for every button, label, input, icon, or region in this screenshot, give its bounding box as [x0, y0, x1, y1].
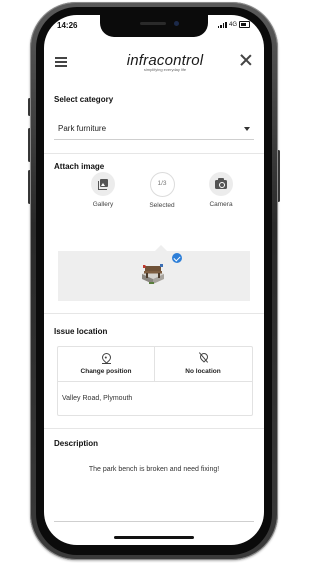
- signal-icon: [217, 21, 227, 28]
- dropdown-caret-icon: [244, 127, 250, 131]
- location-pin-icon: [100, 351, 113, 364]
- camera-label: Camera: [209, 201, 233, 208]
- close-icon[interactable]: [239, 53, 253, 67]
- selected-circle: 1/3: [149, 172, 175, 197]
- divider: [44, 153, 264, 154]
- pin-base: [102, 363, 111, 364]
- front-camera: [174, 21, 179, 26]
- selected-label: Selected: [149, 202, 175, 209]
- divider: [58, 381, 252, 382]
- gallery-icon: [98, 179, 108, 190]
- battery-icon: [239, 21, 250, 28]
- menu-icon[interactable]: [55, 57, 67, 67]
- home-indicator[interactable]: [114, 536, 194, 539]
- selected-button[interactable]: 1/3 Selected: [142, 172, 182, 209]
- description-label: Description: [54, 439, 99, 448]
- change-position-button[interactable]: Change position: [58, 347, 154, 381]
- status-icons: 4G: [217, 21, 250, 28]
- description-textarea[interactable]: The park bench is broken and need fixing…: [54, 461, 254, 522]
- network-type: 4G: [228, 21, 237, 28]
- description-text: The park bench is broken and need fixing…: [88, 466, 220, 473]
- location-address: Valley Road, Plymouth: [62, 395, 133, 402]
- change-position-label: Change position: [80, 368, 132, 375]
- no-location-button[interactable]: No location: [155, 347, 251, 381]
- app-screen: 14:26 4G infracontrol simplifying everyd…: [44, 15, 264, 545]
- attach-image-label: Attach image: [54, 162, 105, 171]
- gallery-label: Gallery: [92, 201, 114, 208]
- no-location-label: No location: [185, 368, 221, 375]
- stage: 14:26 4G infracontrol simplifying everyd…: [0, 0, 307, 563]
- gallery-button[interactable]: Gallery: [83, 172, 123, 208]
- selected-check-icon: [172, 253, 182, 263]
- selected-count: 1/3: [157, 180, 167, 187]
- camera-button[interactable]: Camera: [201, 172, 241, 208]
- status-time: 14:26: [57, 21, 78, 30]
- divider: [44, 428, 264, 429]
- category-label: Select category: [54, 95, 114, 104]
- park-bench-thumbnail[interactable]: [139, 258, 167, 290]
- divider: [44, 313, 264, 314]
- speaker-grille: [140, 22, 166, 25]
- issue-location-label: Issue location: [54, 327, 108, 336]
- location-card: Change position No location Valley Road,…: [57, 346, 253, 416]
- location-off-icon: [199, 352, 208, 363]
- camera-icon: [215, 178, 227, 189]
- notch: [100, 15, 208, 37]
- category-select[interactable]: Park furniture: [54, 119, 254, 140]
- category-value: Park furniture: [58, 124, 107, 133]
- app-logo: infracontrol simplifying everyday life: [120, 52, 210, 72]
- gallery-circle: [91, 172, 115, 196]
- camera-circle: [209, 172, 233, 196]
